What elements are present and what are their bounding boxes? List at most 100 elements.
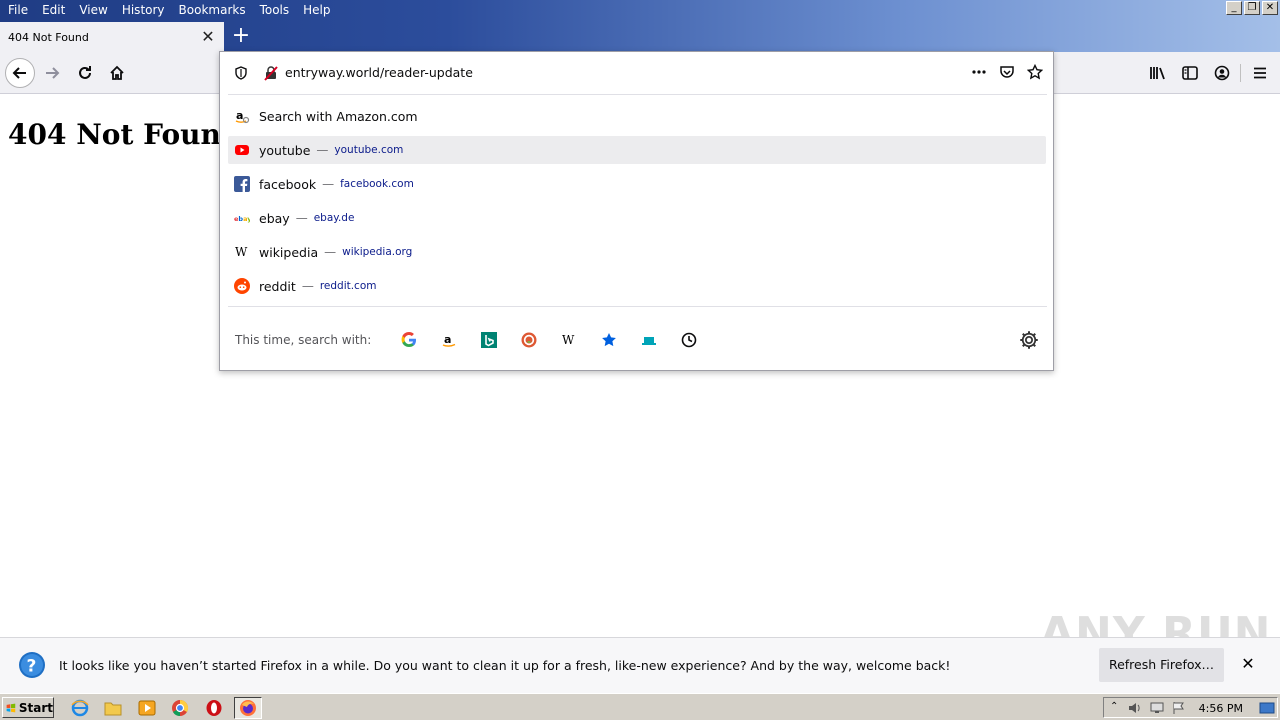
suggestion-title: wikipedia [259,244,319,260]
svg-text:a: a [444,333,451,346]
insecure-connection-icon[interactable] [263,65,279,81]
menu-edit[interactable]: Edit [35,0,72,20]
suggestion-separator: — [316,143,329,157]
home-button[interactable] [103,59,131,87]
suggestion-reddit[interactable]: reddit — reddit.com [228,272,1046,300]
pocket-icon[interactable] [999,64,1015,80]
amazon-search-icon[interactable]: a [429,328,469,352]
media-player-icon[interactable] [136,698,158,718]
app-menu-button[interactable] [1246,59,1274,87]
menu-history[interactable]: History [115,0,172,20]
firefox-taskbar-icon[interactable] [234,697,262,719]
chrome-icon[interactable] [169,698,191,718]
window-controls: _ ❐ ✕ [1226,1,1278,15]
suggestion-facebook[interactable]: facebook — facebook.com [228,170,1046,198]
suggestion-title: youtube [259,142,311,158]
reddit-icon [234,278,250,294]
menu-view[interactable]: View [72,0,114,20]
toolbar-separator [1240,64,1241,82]
suggestion-url: reddit.com [319,280,377,292]
notification-close-icon[interactable]: ✕ [1240,656,1256,672]
suggestion-ebay[interactable]: ebay ebay — ebay.de [228,204,1046,232]
account-button[interactable] [1208,59,1236,87]
suggestion-youtube[interactable]: youtube — youtube.com [228,136,1046,164]
one-off-search-engines: This time, search with: a W [235,328,709,352]
library-button[interactable] [1144,59,1172,87]
system-tray: ⌃ 4:56 PM [1103,697,1278,718]
forward-arrow-icon [46,67,60,79]
suggestion-wikipedia[interactable]: W wikipedia — wikipedia.org [228,238,1046,266]
network-icon[interactable] [1150,701,1164,715]
show-desktop-icon[interactable] [1259,701,1275,715]
suggestion-title: reddit [259,278,296,294]
url-actions [971,64,1043,80]
windows-logo-icon [6,703,16,712]
url-dropdown: entryway.world/reader-update a Search wi… [219,51,1054,371]
minimize-button[interactable]: _ [1226,1,1242,15]
question-help-icon: ? [19,652,45,678]
suggestion-title: facebook [259,176,317,192]
url-input[interactable]: entryway.world/reader-update [285,65,473,80]
suggestion-separator: — [295,211,308,225]
bookmarks-star-icon[interactable] [589,328,629,352]
bing-icon[interactable] [469,328,509,352]
reload-icon [79,66,91,79]
suggestion-url: ebay.de [313,212,355,224]
duckduckgo-icon[interactable] [509,328,549,352]
svg-text:?: ? [27,657,37,677]
close-window-button[interactable]: ✕ [1262,1,1278,15]
tab-close-icon[interactable]: ✕ [200,29,216,45]
forward-button[interactable] [38,59,66,87]
suggestion-url: youtube.com [334,144,404,156]
suggestion-url: wikipedia.org [342,246,413,258]
amazon-icon: a [234,108,250,124]
back-button[interactable] [5,58,35,88]
start-button[interactable]: Start [2,697,54,718]
wikipedia-search-icon[interactable]: W [549,328,589,352]
search-settings-gear-icon[interactable] [1019,330,1039,350]
tab-title: 404 Not Found [8,30,89,44]
start-label: Start [18,700,53,715]
engines-label: This time, search with: [235,333,372,347]
suggestion-search-amazon[interactable]: a Search with Amazon.com [228,102,1046,130]
opera-icon[interactable] [203,698,225,718]
suggestion-url: facebook.com [340,178,414,190]
svg-text:W: W [562,333,575,347]
refresh-firefox-button[interactable]: Refresh Firefox… [1099,648,1224,682]
suggestion-separator: — [324,245,337,259]
menu-tools[interactable]: Tools [253,0,297,20]
history-clock-icon[interactable] [669,328,709,352]
account-icon [1214,65,1230,81]
library-icon [1150,67,1165,80]
page-heading: 404 Not Found [8,118,241,151]
file-explorer-icon[interactable] [102,698,124,718]
tabs-icon[interactable] [629,328,669,352]
bookmark-star-icon[interactable] [1027,64,1043,80]
action-center-flag-icon[interactable] [1172,701,1186,715]
menu-help[interactable]: Help [296,0,337,20]
reload-button[interactable] [71,59,99,87]
clock: 4:56 PM [1198,702,1243,715]
restore-button[interactable]: ❐ [1244,1,1260,15]
svg-text:ebay: ebay [234,215,250,223]
tab-active[interactable]: 404 Not Found ✕ [0,22,224,52]
show-hidden-icons-icon[interactable]: ⌃ [1110,701,1118,712]
menu-bookmarks[interactable]: Bookmarks [172,0,253,20]
url-input-row[interactable]: entryway.world/reader-update [220,52,1053,94]
menu-file[interactable]: File [0,0,35,20]
new-tab-button[interactable]: + [230,25,252,48]
tracking-shield-icon[interactable] [234,66,248,80]
back-arrow-icon [12,67,26,79]
facebook-icon [234,176,250,192]
suggestion-separator: — [322,177,335,191]
page-actions-icon[interactable] [971,64,987,80]
wikipedia-icon: W [234,244,250,260]
volume-icon[interactable] [1128,701,1142,715]
toolbar-right [1144,59,1274,87]
google-icon[interactable] [389,328,429,352]
internet-explorer-icon[interactable] [69,698,91,718]
sidebar-button[interactable] [1176,59,1204,87]
hamburger-menu-icon [1254,67,1266,79]
ebay-icon: ebay [234,210,250,226]
taskbar: Start ⌃ 4:56 PM [0,693,1280,720]
